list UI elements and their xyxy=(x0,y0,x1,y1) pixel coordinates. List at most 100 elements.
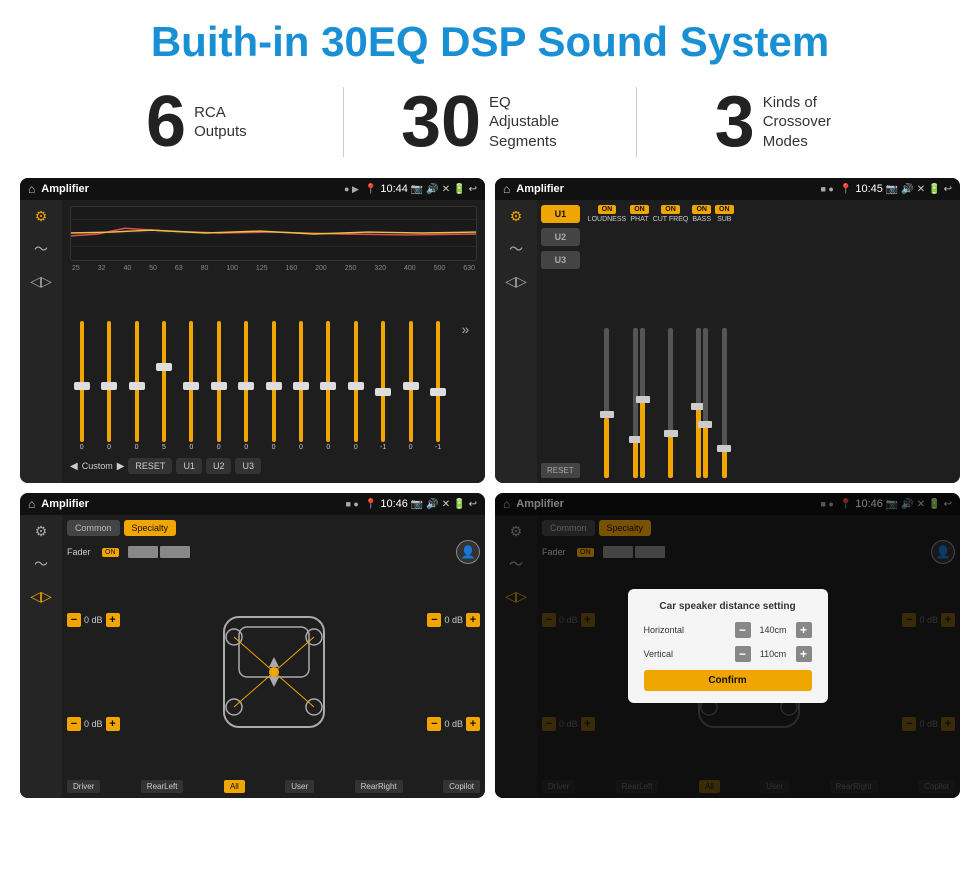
rear-left-btn[interactable]: RearLeft xyxy=(141,780,184,793)
loudness-channel: ON LOUDNESS xyxy=(588,205,627,478)
fader-main-area: Common Specialty Fader ON 👤 xyxy=(62,515,485,798)
left-rear-minus[interactable]: − xyxy=(67,717,81,731)
left-rear-plus[interactable]: + xyxy=(106,717,120,731)
next-icon[interactable]: ▶ xyxy=(117,461,125,472)
distance-dialog-overlay: Car speaker distance setting Horizontal … xyxy=(495,493,960,798)
left-front-minus[interactable]: − xyxy=(67,613,81,627)
back-icon-2[interactable]: ↩ xyxy=(944,184,952,195)
speaker-icon[interactable]: ◁▷ xyxy=(30,273,52,290)
eq-slider-4[interactable]: 5 xyxy=(152,321,175,451)
specialty-tab[interactable]: Specialty xyxy=(124,520,177,536)
eq-slider-8[interactable]: 0 xyxy=(262,321,285,451)
fader-on-badge[interactable]: ON xyxy=(102,548,119,557)
right-rear-plus[interactable]: + xyxy=(466,717,480,731)
home-icon-2[interactable]: ⌂ xyxy=(503,182,510,196)
eq-indicators: ● ▶ xyxy=(344,184,359,195)
wifi-icon: ✕ xyxy=(442,184,450,195)
eq-slider-3[interactable]: 0 xyxy=(125,321,148,451)
car-diagram xyxy=(126,568,422,776)
stat-crossover: 3 Kinds of Crossover Modes xyxy=(647,86,920,158)
eq-status-bar: ⌂ Amplifier ● ▶ 📍 10:44 📷 🔊 ✕ 🔋 ↩ xyxy=(20,178,485,200)
sub-on[interactable]: ON xyxy=(715,205,734,214)
eq-slider-11[interactable]: 0 xyxy=(344,321,367,451)
vertical-minus[interactable]: − xyxy=(735,646,751,662)
eq-icon-3[interactable]: ⚙ xyxy=(35,523,48,540)
all-btn[interactable]: All xyxy=(224,780,245,793)
eq-slider-2[interactable]: 0 xyxy=(97,321,120,451)
phat-label: PHAT xyxy=(630,216,648,223)
fader-control-row: Fader ON 👤 xyxy=(67,540,480,564)
horizontal-row: Horizontal − 140cm + xyxy=(644,622,812,638)
cutfreq-label: CUT FREQ xyxy=(653,216,689,223)
stat-crossover-number: 3 xyxy=(715,86,755,158)
copilot-btn[interactable]: Copilot xyxy=(443,780,480,793)
phat-on[interactable]: ON xyxy=(630,205,649,214)
prev-icon[interactable]: ◀ xyxy=(70,461,78,472)
vertical-plus[interactable]: + xyxy=(796,646,812,662)
eq-icon[interactable]: ⚙ xyxy=(35,208,48,225)
bass-on[interactable]: ON xyxy=(692,205,711,214)
eq-slider-10[interactable]: 0 xyxy=(317,321,340,451)
u2-button[interactable]: U2 xyxy=(206,458,232,474)
rear-right-btn[interactable]: RearRight xyxy=(355,780,403,793)
left-front-db-value: 0 dB xyxy=(84,615,103,625)
left-front-db: − 0 dB + xyxy=(67,613,120,627)
left-front-plus[interactable]: + xyxy=(106,613,120,627)
page-title: Buith-in 30EQ DSP Sound System xyxy=(0,0,980,76)
right-front-minus[interactable]: − xyxy=(427,613,441,627)
crossover-time: 10:45 xyxy=(855,183,883,195)
home-icon-3[interactable]: ⌂ xyxy=(28,497,35,511)
right-front-plus[interactable]: + xyxy=(466,613,480,627)
location-icon-3: 📍 xyxy=(365,499,377,510)
u1-preset[interactable]: U1 xyxy=(541,205,580,223)
eq-icon-2[interactable]: ⚙ xyxy=(510,208,523,225)
vertical-label: Vertical xyxy=(644,649,699,659)
loudness-on[interactable]: ON xyxy=(598,205,617,214)
home-icon[interactable]: ⌂ xyxy=(28,182,35,196)
eq-expand[interactable]: » xyxy=(454,321,477,451)
wave-icon-3[interactable]: 〜 xyxy=(34,554,48,574)
eq-slider-6[interactable]: 0 xyxy=(207,321,230,451)
horizontal-plus[interactable]: + xyxy=(796,622,812,638)
crossover-reset-button[interactable]: RESET xyxy=(541,463,580,478)
user-btn[interactable]: User xyxy=(285,780,314,793)
camera-icon: 📷 xyxy=(411,184,423,195)
u1-button[interactable]: U1 xyxy=(176,458,202,474)
eq-slider-5[interactable]: 0 xyxy=(180,321,203,451)
horizontal-minus[interactable]: − xyxy=(735,622,751,638)
confirm-button[interactable]: Confirm xyxy=(644,670,812,691)
vertical-control: − 110cm + xyxy=(735,646,812,662)
wave-icon[interactable]: 〜 xyxy=(34,239,48,259)
battery-icon: 🔋 xyxy=(453,184,465,195)
bass-label: BASS xyxy=(692,216,711,223)
volume-icon-3: 🔊 xyxy=(426,499,438,510)
eq-slider-12[interactable]: -1 xyxy=(371,321,394,451)
fader-screen: ⌂ Amplifier ■ ● 📍 10:46 📷 🔊 ✕ 🔋 ↩ ⚙ 〜 ◁▷ xyxy=(20,493,485,798)
fader-content: ⚙ 〜 ◁▷ Common Specialty Fader ON xyxy=(20,515,485,798)
wave-icon-2[interactable]: 〜 xyxy=(509,239,523,259)
eq-slider-14[interactable]: -1 xyxy=(426,321,449,451)
eq-slider-1[interactable]: 0 xyxy=(70,321,93,451)
right-rear-minus[interactable]: − xyxy=(427,717,441,731)
reset-button[interactable]: RESET xyxy=(128,458,172,474)
speaker-icon-3[interactable]: ◁▷ xyxy=(30,588,52,605)
channels-area: ON LOUDNESS ON PHAT xyxy=(584,200,960,483)
fader-bottom-labels: Driver RearLeft All User RearRight Copil… xyxy=(67,780,480,793)
cutfreq-on[interactable]: ON xyxy=(661,205,680,214)
driver-btn[interactable]: Driver xyxy=(67,780,100,793)
eq-slider-7[interactable]: 0 xyxy=(234,321,257,451)
fader-user-icon[interactable]: 👤 xyxy=(456,540,480,564)
eq-slider-13[interactable]: 0 xyxy=(399,321,422,451)
speaker-icon-2[interactable]: ◁▷ xyxy=(505,273,527,290)
eq-slider-9[interactable]: 0 xyxy=(289,321,312,451)
back-icon[interactable]: ↩ xyxy=(469,184,477,195)
u3-button[interactable]: U3 xyxy=(235,458,261,474)
crossover-status-icons: 📍 10:45 📷 🔊 ✕ 🔋 ↩ xyxy=(840,183,952,195)
camera-icon-2: 📷 xyxy=(886,184,898,195)
back-icon-3[interactable]: ↩ xyxy=(469,499,477,510)
u3-preset[interactable]: U3 xyxy=(541,251,580,269)
u2-preset[interactable]: U2 xyxy=(541,228,580,246)
eq-freq-labels: 2532405063 80100125160200 25032040050063… xyxy=(70,265,477,272)
common-tab[interactable]: Common xyxy=(67,520,120,536)
crossover-side-panel: ⚙ 〜 ◁▷ xyxy=(495,200,537,483)
